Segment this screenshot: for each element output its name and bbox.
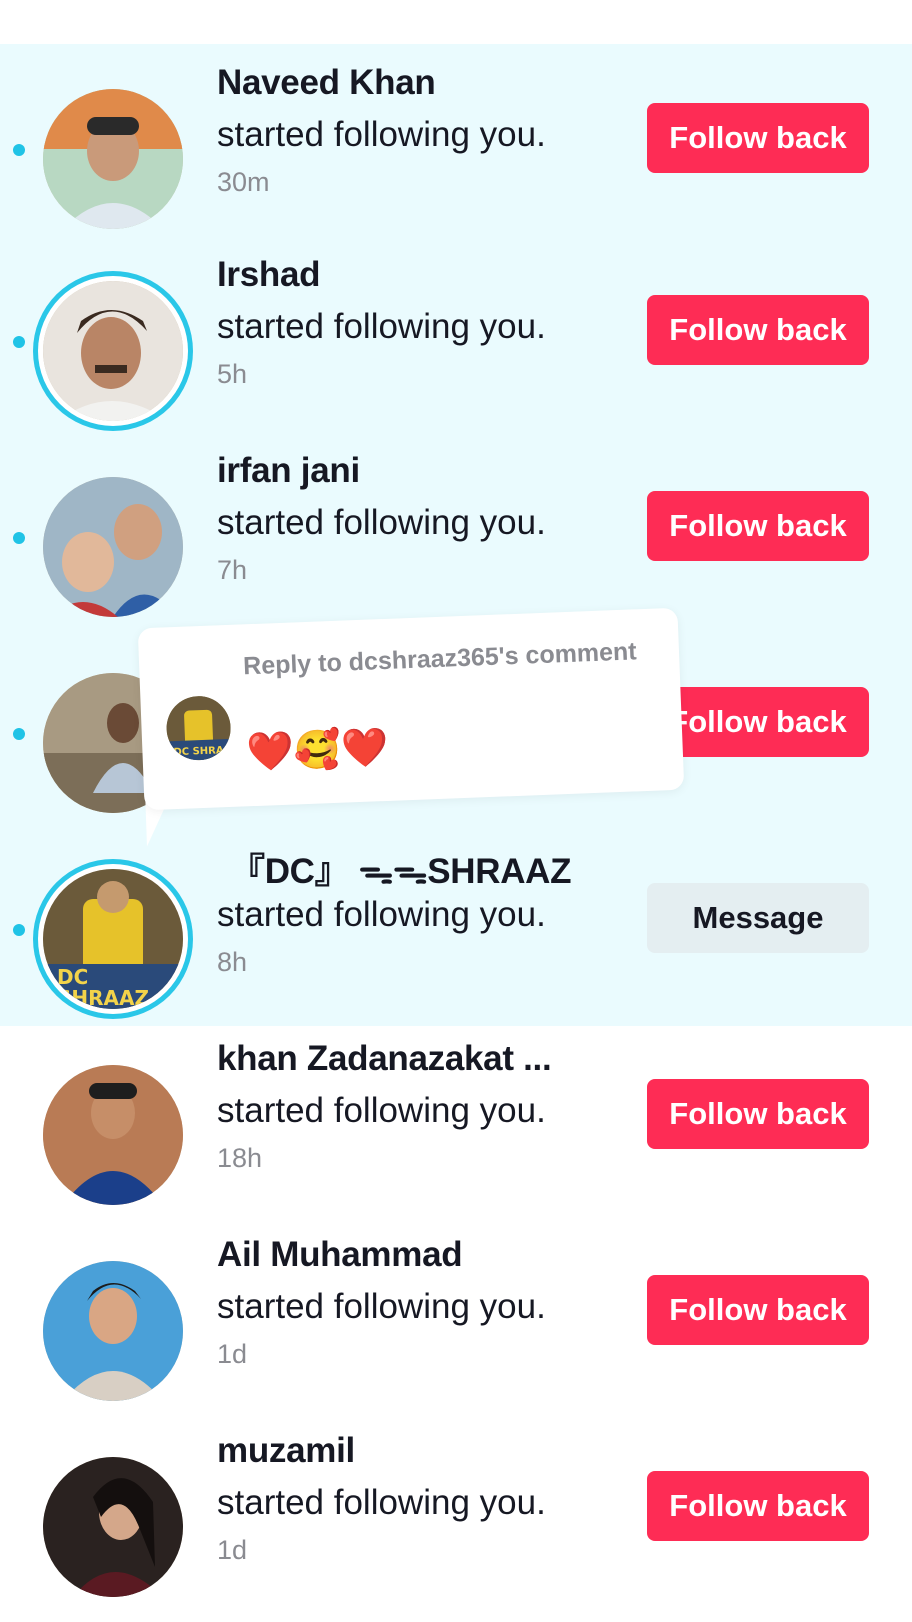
username[interactable]: irfan jani <box>217 451 360 491</box>
reply-popup[interactable]: DC SHRAAZ Reply to dcshraaz365's comment… <box>137 607 685 811</box>
timestamp: 7h <box>217 555 248 585</box>
timestamp: 1d <box>217 1339 248 1369</box>
unread-dot <box>13 728 25 740</box>
notification-row[interactable]: Irshad started following you. 5h Follow … <box>0 250 912 446</box>
username[interactable]: 『DC』 ᯓᯓSHRAAZ <box>230 843 572 894</box>
reply-title: Reply to dcshraaz365's comment <box>242 637 638 681</box>
avatar[interactable] <box>43 1261 183 1401</box>
timestamp: 8h <box>217 947 248 977</box>
avatar[interactable] <box>43 1457 183 1597</box>
unread-dot <box>13 144 25 156</box>
svg-text:SHRAAZ: SHRAAZ <box>57 986 149 1009</box>
notification-row[interactable]: muzamil started following you. 1d Follow… <box>0 1426 912 1622</box>
avatar[interactable] <box>43 477 183 617</box>
notification-text: started following you. <box>217 1091 546 1130</box>
follow-back-button[interactable]: Follow back <box>647 103 869 173</box>
notification-row[interactable]: khan Zadanazakat ... started following y… <box>0 1034 912 1230</box>
message-button[interactable]: Message <box>647 883 869 953</box>
avatar[interactable]: DC SHRAAZ <box>43 869 183 1009</box>
notification-text: started following you. <box>217 115 546 154</box>
follow-back-button[interactable]: Follow back <box>647 1471 869 1541</box>
avatar[interactable] <box>43 1065 183 1205</box>
notification-row[interactable]: DC SHRAAZ 『DC』 ᯓᯓSHRAAZ started following… <box>0 838 912 1034</box>
timestamp: 5h <box>217 359 248 389</box>
notification-text: started following you. <box>217 895 546 934</box>
notification-text: started following you. <box>217 1483 546 1522</box>
unread-dot <box>13 336 25 348</box>
username[interactable]: Irshad <box>217 255 321 295</box>
username[interactable]: Ail Muhammad <box>217 1235 463 1275</box>
follow-back-button[interactable]: Follow back <box>647 295 869 365</box>
unread-dot <box>13 924 25 936</box>
follow-back-button[interactable]: Follow back <box>647 1275 869 1345</box>
username[interactable]: khan Zadanazakat ... <box>217 1039 552 1079</box>
timestamp: 1d <box>217 1535 248 1565</box>
avatar[interactable] <box>43 89 183 229</box>
unread-dot <box>13 532 25 544</box>
notification-text: started following you. <box>217 307 546 346</box>
username[interactable]: Naveed Khan <box>217 63 436 103</box>
notification-row[interactable]: irfan jani started following you. 7h Fol… <box>0 446 912 642</box>
timestamp: 18h <box>217 1143 263 1173</box>
follow-back-button[interactable]: Follow back <box>647 491 869 561</box>
reply-message: ❤️🥰❤️ <box>245 724 390 775</box>
notification-row[interactable]: Naveed Khan started following you. 30m F… <box>0 58 912 254</box>
follow-back-button[interactable]: Follow back <box>647 1079 869 1149</box>
svg-text:DC SHRAAZ: DC SHRAAZ <box>173 745 231 758</box>
notification-text: started following you. <box>217 503 546 542</box>
notification-row[interactable]: Ail Muhammad started following you. 1d F… <box>0 1230 912 1426</box>
username[interactable]: muzamil <box>217 1431 355 1471</box>
reply-avatar: DC SHRAAZ <box>165 694 232 762</box>
avatar[interactable] <box>43 281 183 421</box>
notification-text: started following you. <box>217 1287 546 1326</box>
timestamp: 30m <box>217 167 270 197</box>
